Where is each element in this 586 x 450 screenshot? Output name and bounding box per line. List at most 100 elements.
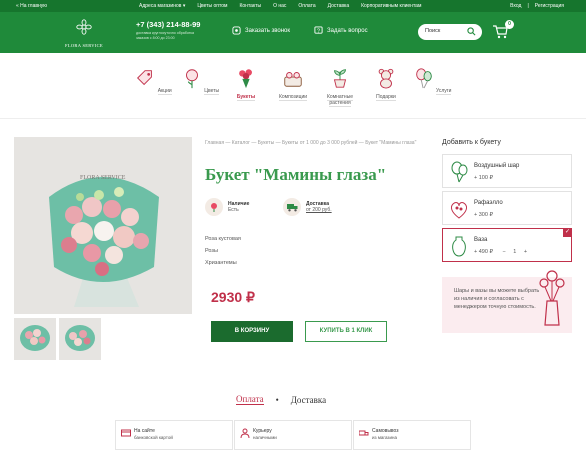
auth-separator: | (527, 3, 529, 9)
category-label: Цветы (204, 88, 220, 95)
add-to-cart-button[interactable]: В КОРЗИНУ (211, 321, 293, 342)
category-flowers[interactable]: Цветы (180, 67, 220, 95)
delivery-icon-wrap (283, 198, 301, 216)
category-compositions[interactable]: Композиции (273, 67, 313, 101)
addon-price: + 490 ₽ (474, 249, 493, 255)
payment-option-online[interactable]: На сайте банковской картой (115, 420, 233, 450)
teddy-bear-icon (378, 68, 394, 89)
tag-icon (137, 70, 153, 86)
nav-wholesale[interactable]: Цветы оптом (197, 3, 227, 9)
register-link[interactable]: Регистрация (535, 3, 564, 9)
addon-price: + 300 ₽ (474, 212, 493, 218)
product-thumbnail-2[interactable] (59, 318, 101, 360)
payment-option-pickup[interactable]: Самовывоз из магазина (353, 420, 471, 450)
category-nav: Акции Цветы Букеты Композиции Комнатные … (0, 53, 586, 119)
addon-name: Ваза (474, 237, 488, 243)
category-label: Подарки (376, 94, 396, 101)
delivery-info: Доставка от 200 руб. (283, 198, 332, 216)
payment-option-sub: банковской картой (134, 435, 173, 440)
delivery-value[interactable]: от 200 руб. (306, 207, 332, 213)
payment-option-title: На сайте (134, 428, 155, 434)
vase-flowers-icon (539, 270, 565, 326)
plant-icon (333, 69, 347, 88)
payment-option-courier[interactable]: Курьеру наличными (234, 420, 352, 450)
category-label: Комнатные растения (327, 94, 353, 107)
composition-item: Розы (205, 248, 218, 254)
product-thumbnail-1[interactable] (14, 318, 56, 360)
category-bouquets[interactable]: Букеты (226, 67, 266, 101)
qty-value[interactable]: 1 (513, 249, 516, 255)
buy-one-click-button[interactable]: КУПИТЬ В 1 КЛИК (305, 321, 387, 342)
delivery-truck-icon (286, 203, 297, 211)
tab-delivery[interactable]: Доставка (291, 395, 326, 405)
bouquet-icon (239, 69, 252, 89)
ask-question-button[interactable]: ? Задать вопрос (314, 26, 368, 35)
balloon-icon (451, 161, 468, 183)
pickup-truck-icon (359, 430, 369, 436)
tab-payment[interactable]: Оплата (236, 394, 264, 405)
bouquet-photo: FLORA SERVICE (14, 137, 192, 314)
phone-number[interactable]: +7 (343) 214-88-99 (136, 20, 200, 29)
candy-box-icon (450, 202, 468, 219)
phone-hours: доставка круглосуточно обработка заказов… (136, 31, 195, 40)
header: FLORA SERVICE +7 (343) 214-88-99 доставк… (0, 12, 586, 53)
availability-value: Есть (228, 207, 239, 213)
cart-count-badge: 0 (505, 20, 514, 29)
addon-balloon[interactable]: Воздушный шар + 100 ₽ (442, 154, 572, 188)
top-nav: Адреса магазинов ▾ Цветы оптом Контакты … (139, 3, 421, 9)
flower-logo-icon (76, 19, 92, 35)
addon-vase[interactable]: ✓ Ваза + 490 ₽ − 1 + (442, 228, 572, 262)
category-label: Букеты (236, 94, 256, 101)
payment-option-sub: наличными (253, 435, 277, 440)
nav-delivery[interactable]: Доставка (328, 3, 349, 9)
addon-price-row: + 490 ₽ − 1 + (474, 249, 527, 255)
logo[interactable]: FLORA SERVICE (62, 18, 106, 48)
product-main-image[interactable]: FLORA SERVICE (14, 137, 192, 314)
balloons-icon (415, 68, 432, 89)
login-link[interactable]: Вход (510, 3, 521, 9)
search-icon[interactable] (467, 27, 476, 36)
question-icon: ? (314, 26, 323, 34)
addons-promo: Шары и вазы вы можете выбрать из наличия… (442, 270, 572, 333)
auth-links: Вход | Регистрация (510, 3, 564, 9)
category-gifts[interactable]: Подарки (366, 67, 406, 101)
availability: Наличие Есть (205, 198, 249, 216)
category-services[interactable]: Услуги (412, 67, 452, 95)
product-price: 2930 ₽ (211, 289, 255, 305)
qty-minus-button[interactable]: − (502, 249, 505, 255)
logo-text: FLORA SERVICE (65, 43, 103, 48)
availability-icon-wrap (205, 198, 223, 216)
nav-payment[interactable]: Оплата (298, 3, 315, 9)
payment-option-title: Курьеру (253, 428, 272, 434)
callback-button[interactable]: Заказать звонок (232, 26, 290, 35)
nav-contacts[interactable]: Контакты (239, 3, 261, 9)
home-link[interactable]: « На главную (16, 3, 47, 9)
thumbnail-image (14, 318, 56, 360)
cart-button[interactable]: 0 (492, 20, 514, 39)
search-input[interactable]: Поиск (418, 24, 482, 40)
breadcrumb[interactable]: Главная — Каталог — Букеты — Букеты от 1… (205, 139, 425, 147)
payment-option-sub: из магазина (372, 435, 397, 440)
addon-name: Рафаэлло (474, 200, 503, 206)
courier-icon (240, 428, 250, 438)
addons-title: Добавить к букету (442, 139, 501, 146)
vase-icon (452, 236, 466, 257)
composition-item: Хризантемы (205, 260, 237, 266)
category-label: Композиции (278, 94, 308, 101)
nav-about[interactable]: О нас (273, 3, 286, 9)
composition-item: Роза кустовая (205, 236, 241, 242)
top-bar: « На главную Адреса магазинов ▾ Цветы оп… (0, 0, 586, 12)
nav-stores[interactable]: Адреса магазинов ▾ (139, 3, 185, 9)
category-houseplants[interactable]: Комнатные растения (320, 67, 360, 107)
checkbox-checked-icon[interactable]: ✓ (563, 228, 572, 237)
flower-icon (185, 69, 198, 89)
qty-plus-button[interactable]: + (524, 249, 527, 255)
phone-icon (232, 26, 241, 35)
addon-raffaello[interactable]: Рафаэлло + 300 ₽ (442, 191, 572, 225)
product-title: Букет "Мамины глаза" (205, 165, 387, 184)
category-label: Акции (157, 88, 172, 95)
nav-corporate[interactable]: Корпоративным клиентам (361, 3, 421, 9)
addon-price: + 100 ₽ (474, 175, 493, 181)
category-label: Услуги (436, 88, 452, 95)
category-promotions[interactable]: Акции (133, 67, 173, 95)
